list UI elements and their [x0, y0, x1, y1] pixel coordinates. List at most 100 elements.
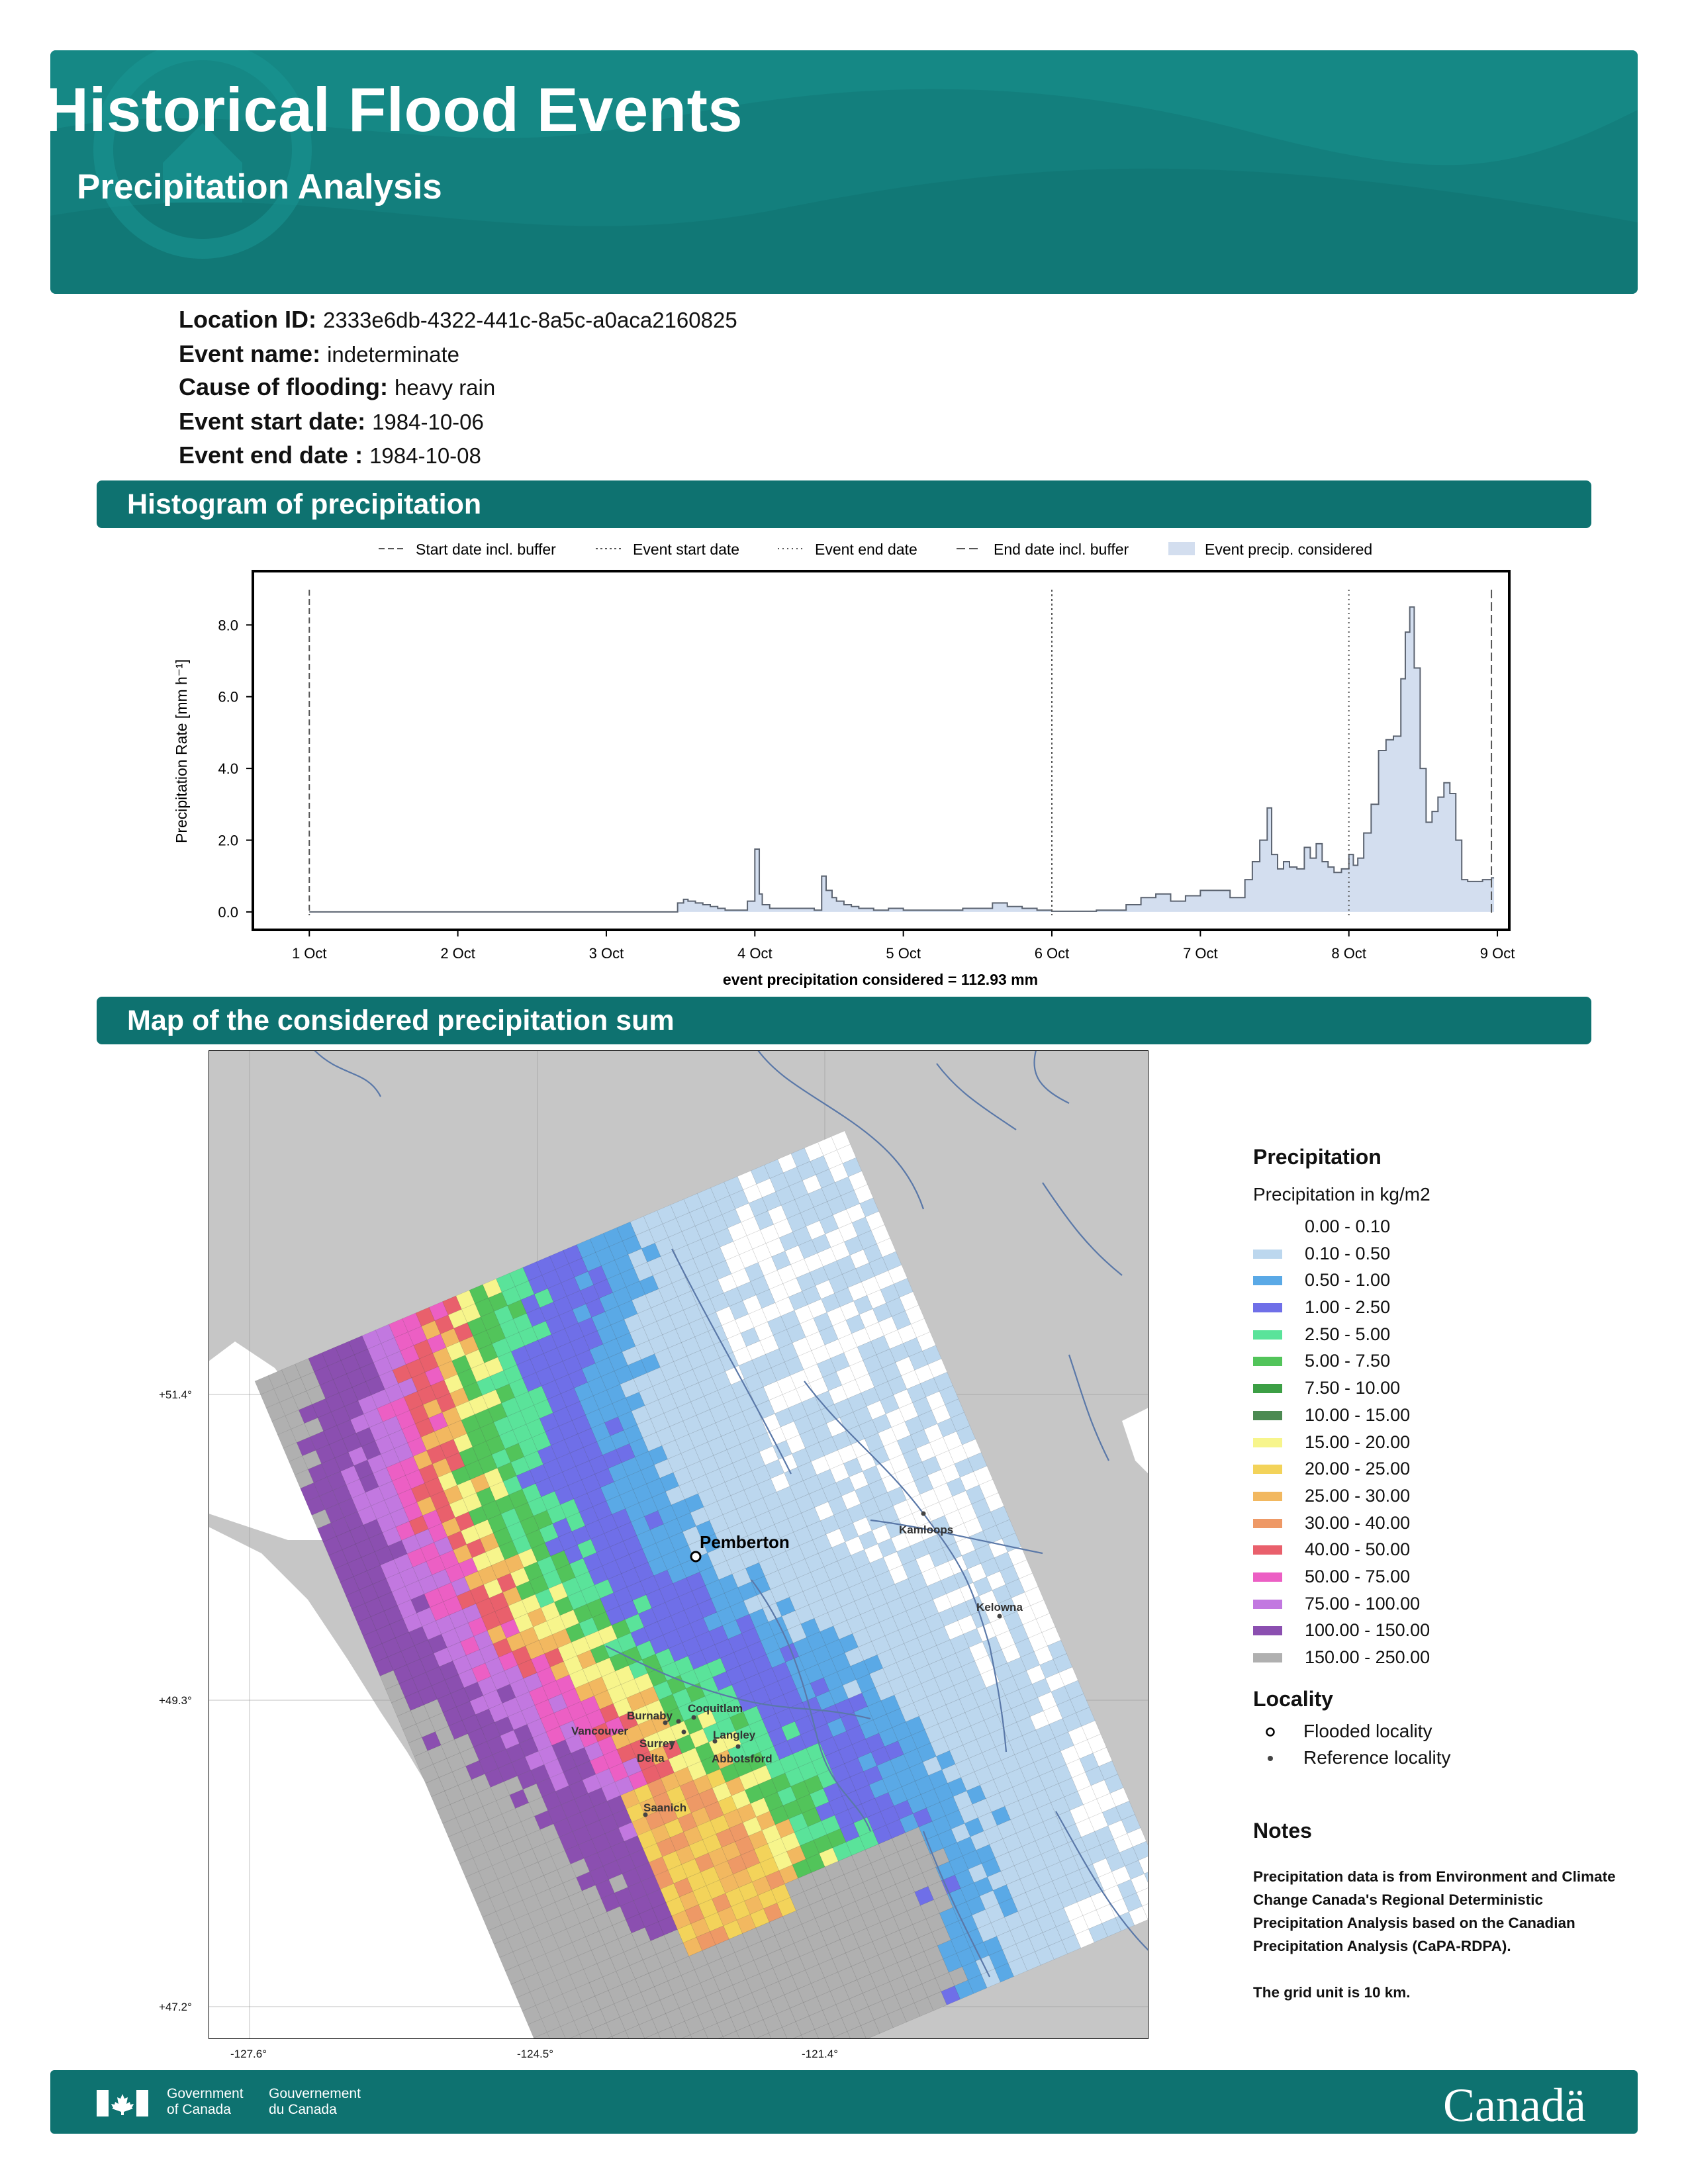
event-name-value: indeterminate	[327, 342, 460, 367]
end-date-label: Event end date :	[179, 441, 363, 469]
legend-swatch	[1253, 1465, 1282, 1475]
y-tick-label: 0.0	[218, 904, 238, 921]
reference-locality-label: Reference locality	[1303, 1747, 1451, 1768]
notes-title: Notes	[1253, 1819, 1312, 1843]
legend-class-label: 1.00 - 2.50	[1305, 1297, 1391, 1318]
legend-class-label: 75.00 - 100.00	[1305, 1593, 1421, 1614]
locality-label-burnaby: Burnaby	[627, 1709, 673, 1722]
legend-swatch	[1253, 1276, 1282, 1286]
legend-class-label: 20.00 - 25.00	[1305, 1459, 1411, 1479]
page-subtitle: Precipitation Analysis	[77, 167, 442, 206]
legend-end-buffer: End date incl. buffer	[994, 541, 1129, 558]
x-tick-label: 3 Oct	[589, 945, 624, 962]
legend-swatch	[1253, 1384, 1282, 1394]
x-tick-label: 5 Oct	[886, 945, 921, 962]
government-of-canada-fr: Gouvernement du Canada	[269, 2086, 361, 2117]
legend-swatch	[1253, 1626, 1282, 1636]
notes-body: Precipitation data is from Environment a…	[1253, 1865, 1624, 2004]
legend-flooded-locality: Flooded locality	[1253, 1718, 1624, 1745]
legend-class-item: 20.00 - 25.00	[1253, 1455, 1624, 1482]
legend-class-item: 150.00 - 250.00	[1253, 1644, 1624, 1671]
chart-legend: Start date incl. buffer Event start date…	[379, 541, 1372, 558]
legend-class-item: 0.50 - 1.00	[1253, 1267, 1624, 1294]
event-name-row: Event name: indeterminate	[179, 340, 459, 368]
legend-class-label: 50.00 - 75.00	[1305, 1566, 1411, 1586]
location-id-row: Location ID: 2333e6db-4322-441c-8a5c-a0ac…	[179, 306, 737, 334]
legend-class-item: 5.00 - 7.50	[1253, 1347, 1624, 1375]
locality-label-kelowna: Kelowna	[976, 1601, 1023, 1614]
flooded-locality-label: Flooded locality	[1303, 1720, 1432, 1741]
cause-row: Cause of flooding: heavy rain	[179, 373, 495, 401]
locality-legend-title: Locality	[1253, 1686, 1333, 1711]
canada-wordmark: Canadä	[1443, 2079, 1586, 2132]
event-name-label: Event name:	[179, 340, 321, 367]
locality-label-kamloops: Kamloops	[899, 1524, 953, 1536]
government-of-canada-en: Government of Canada	[167, 2086, 244, 2117]
legend-class-label: 0.00 - 0.10	[1305, 1216, 1391, 1236]
cause-label: Cause of flooding:	[179, 373, 388, 400]
legend-class-label: 40.00 - 50.00	[1305, 1539, 1411, 1560]
locality-label-langley: Langley	[713, 1729, 756, 1741]
legend-class-label: 15.00 - 20.00	[1305, 1432, 1411, 1452]
legend-class-item: 7.50 - 10.00	[1253, 1375, 1624, 1402]
locality-label-saanich: Saanich	[643, 1801, 686, 1814]
x-tick-label: 1 Oct	[292, 945, 327, 962]
legend-class-label: 5.00 - 7.50	[1305, 1351, 1391, 1371]
lon-label-2: -124.5°	[517, 2048, 554, 2060]
location-id-label: Location ID:	[179, 306, 316, 333]
end-date-value: 1984-10-08	[369, 443, 481, 468]
legend-precip-considered: Event precip. considered	[1205, 541, 1372, 558]
notes-data-source: Precipitation data is from Environment a…	[1253, 1868, 1616, 1954]
lat-label-3: +47.2°	[159, 2001, 192, 2013]
legend-class-label: 10.00 - 15.00	[1305, 1404, 1411, 1425]
y-tick-label: 8.0	[218, 617, 238, 633]
legend-swatch	[1253, 1572, 1282, 1582]
legend-class-item: 1.00 - 2.50	[1253, 1294, 1624, 1321]
legend-class-label: 7.50 - 10.00	[1305, 1378, 1401, 1398]
lat-label-2: +49.3°	[159, 1694, 192, 1707]
legend-swatch	[1253, 1491, 1282, 1501]
legend-swatch	[1253, 1518, 1282, 1528]
locality-label-delta: Delta	[637, 1752, 665, 1764]
legend-classes: 0.00 - 0.10 0.10 - 0.50 0.50 - 1.00 1.00 - …	[1253, 1213, 1624, 1671]
y-tick-label: 4.0	[218, 760, 238, 777]
legend-subtitle: Precipitation in kg/m2	[1253, 1184, 1430, 1205]
legend-class-label: 0.50 - 1.00	[1305, 1270, 1391, 1291]
legend-event-end: Event end date	[815, 541, 917, 558]
x-tick-label: 6 Oct	[1035, 945, 1070, 962]
legend-swatch	[1253, 1357, 1282, 1367]
precip-area	[309, 607, 1495, 912]
legend-class-label: 30.00 - 40.00	[1305, 1512, 1411, 1533]
x-tick-label: 4 Oct	[737, 945, 773, 962]
legend-class-item: 40.00 - 50.00	[1253, 1536, 1624, 1563]
y-tick-label: 6.0	[218, 689, 238, 705]
locality-label-pemberton: Pemberton	[700, 1532, 790, 1552]
legend-swatch	[1253, 1599, 1282, 1609]
filled-dot-icon	[1268, 1755, 1273, 1761]
legend-precip-swatch	[1168, 542, 1195, 555]
map-legend: Precipitation Precipitation in kg/m2 0.0…	[1253, 1145, 1624, 1771]
flooded-locality-marker	[690, 1551, 702, 1563]
open-circle-icon	[1266, 1727, 1275, 1737]
location-id-value: 2333e6db-4322-441c-8a5c-a0aca2160825	[322, 308, 737, 332]
page-title: Historical Flood Events	[44, 75, 743, 144]
legend-class-item: 25.00 - 30.00	[1253, 1482, 1624, 1510]
start-date-label: Event start date:	[179, 408, 366, 435]
y-axis-label: Precipitation Rate [mm h⁻¹]	[173, 659, 190, 843]
legend-class-label: 25.00 - 30.00	[1305, 1485, 1411, 1506]
legend-class-label: 100.00 - 150.00	[1305, 1620, 1430, 1641]
locality-label-coquitlam: Coquitlam	[688, 1702, 743, 1715]
x-axis-label: event precipitation considered = 112.93 …	[723, 971, 1038, 988]
locality-label-abbotsford: Abbotsford	[712, 1752, 773, 1765]
y-tick-label: 2.0	[218, 833, 238, 849]
precipitation-histogram: Start date incl. buffer Event start date…	[173, 541, 1515, 988]
start-date-value: 1984-10-06	[372, 410, 484, 434]
x-tick-label: 9 Oct	[1480, 945, 1515, 962]
lon-label-3: -121.4°	[802, 2048, 839, 2060]
lat-label-1: +51.4°	[159, 1388, 192, 1401]
legend-class-label: 0.10 - 0.50	[1305, 1243, 1391, 1263]
precipitation-map: Pemberton Kamloops Kelowna Coquitlam Bur…	[209, 1050, 1149, 2039]
legend-swatch	[1253, 1545, 1282, 1555]
legend-swatch	[1253, 1410, 1282, 1420]
histogram-section-header: Histogram of precipitation	[97, 480, 1591, 528]
